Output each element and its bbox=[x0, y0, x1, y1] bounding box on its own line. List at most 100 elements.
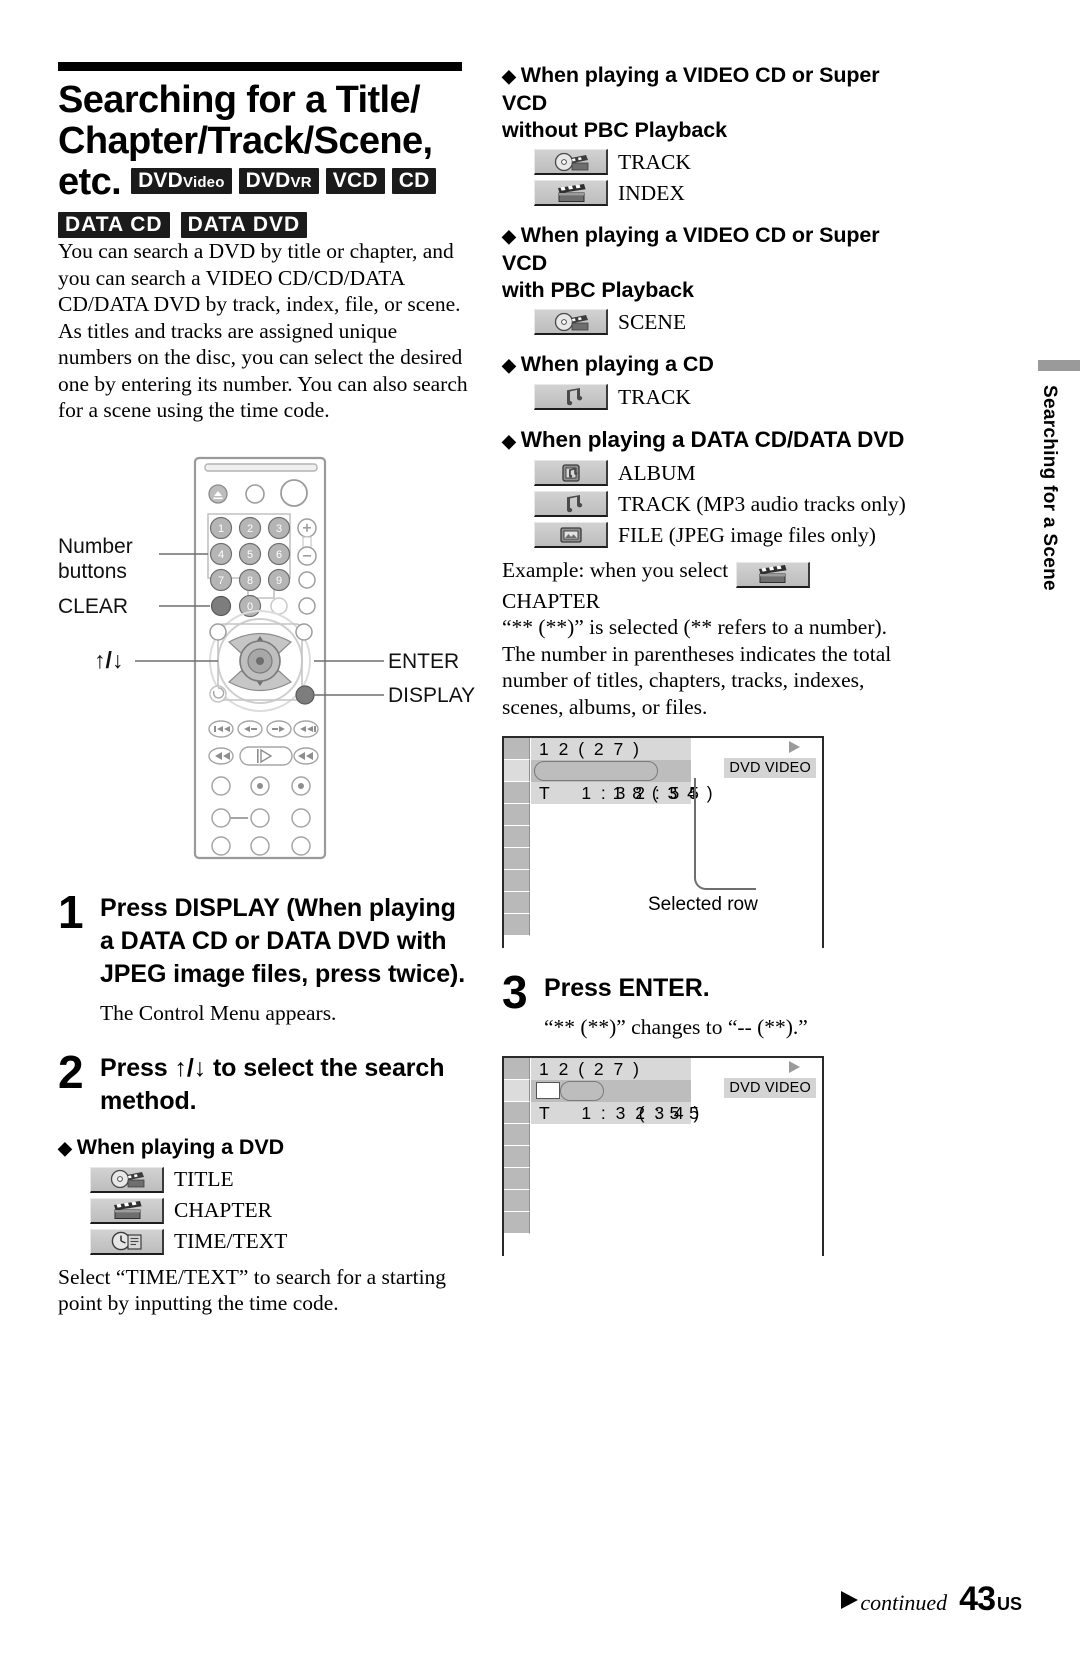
search-option-track-data-label: TRACK (MP3 audio tracks only) bbox=[618, 491, 906, 516]
chapter-clapper-icon bbox=[90, 1197, 164, 1224]
search-option-title[interactable]: TITLE bbox=[90, 1166, 470, 1193]
search-option-index[interactable]: INDEX bbox=[534, 180, 914, 206]
format-chip-data-cd: DATA CD bbox=[58, 212, 170, 238]
osd-strip-cell bbox=[504, 1058, 530, 1080]
number-buttons-line1: Number bbox=[58, 534, 133, 558]
diamond-bullet-icon: ◆ bbox=[502, 431, 516, 451]
diamond-bullet-icon: ◆ bbox=[502, 355, 516, 375]
page-title: Searching for a Title/ Chapter/Track/Sce… bbox=[58, 80, 470, 203]
osd-row-title: 1 2 ( 2 7 ) bbox=[531, 738, 691, 760]
osd-icon-strip bbox=[504, 1058, 530, 1234]
osd-strip-cell bbox=[504, 1146, 530, 1168]
step-3: 3 Press ENTER. “** (**)” changes to “-- … bbox=[502, 969, 914, 1040]
remote-label-enter: ENTER bbox=[388, 649, 460, 673]
osd-display-before-enter: 1 2 ( 2 7 ) 1 8 ( 3 4 ) T 1 : 3 2 : 5 5 … bbox=[502, 736, 824, 948]
osd-selection-pill bbox=[560, 1081, 604, 1101]
time-text-clock-icon bbox=[90, 1228, 164, 1255]
search-option-time-text[interactable]: TIME/TEXT bbox=[90, 1228, 470, 1255]
time-text-note: Select “TIME/TEXT” to search for a start… bbox=[58, 1264, 447, 1316]
search-option-album[interactable]: ALBUM bbox=[534, 460, 914, 486]
section-heading-vcd-without-pbc-line2: without PBC Playback bbox=[502, 118, 727, 142]
section-heading-data-label: When playing a DATA CD/DATA DVD bbox=[520, 427, 905, 452]
step-1-text: Press DISPLAY (When playing a DATA CD or… bbox=[100, 893, 466, 988]
osd-strip-cell bbox=[504, 738, 530, 760]
page-region: US bbox=[996, 1594, 1022, 1614]
chapter-clapper-icon-svg bbox=[759, 565, 787, 583]
continued-arrow-icon bbox=[841, 1590, 859, 1609]
search-option-index-label: INDEX bbox=[618, 180, 685, 205]
title-rule bbox=[58, 62, 462, 71]
search-option-track-vcd[interactable]: TRACK bbox=[534, 149, 914, 175]
osd-value-rows: 1 2 ( 2 7 ) 1 8 ( 3 4 ) T 1 : 3 2 : 5 5 bbox=[531, 738, 713, 804]
search-option-album-label: ALBUM bbox=[618, 460, 696, 485]
search-option-track-data[interactable]: TRACK (MP3 audio tracks only) bbox=[534, 491, 914, 517]
music-note-icon-svg bbox=[566, 387, 582, 405]
osd-strip-cell bbox=[504, 1212, 530, 1234]
osd-value-rows: 1 2 ( 2 7 ) ( 3 4 ) T 1 : 3 2 : 5 5 bbox=[531, 1058, 699, 1124]
format-chip-vcd: VCD bbox=[325, 168, 385, 194]
step-3-subtext: “** (**)” changes to “-- (**).” bbox=[544, 1015, 808, 1039]
page-title-line1: Searching for a Title/ bbox=[58, 79, 421, 121]
osd-strip-cell bbox=[504, 870, 530, 892]
svg-text:2: 2 bbox=[247, 523, 253, 535]
osd-icon-strip bbox=[504, 738, 530, 936]
svg-text:3: 3 bbox=[276, 523, 282, 535]
play-triangle-icon bbox=[789, 1061, 800, 1073]
svg-text:6: 6 bbox=[276, 549, 282, 561]
remote-label-clear: CLEAR bbox=[58, 594, 129, 618]
document-page: Searching for a Title/ Chapter/Track/Sce… bbox=[0, 0, 1080, 1677]
osd-row-chapter-value: ( 3 4 ) bbox=[638, 1103, 702, 1123]
osd-display-after-enter: 1 2 ( 2 7 ) ( 3 4 ) T 1 : 3 2 : 5 5 DVD … bbox=[502, 1056, 824, 1256]
time-text-clock-icon-svg bbox=[111, 1231, 142, 1251]
osd-strip-cell bbox=[504, 1102, 530, 1124]
section-heading-dvd: ◆ When playing a DVD bbox=[58, 1134, 470, 1162]
osd-row-title: 1 2 ( 2 7 ) bbox=[531, 1058, 691, 1080]
osd-disc-badge: DVD VIDEO bbox=[724, 1078, 816, 1098]
search-option-chapter[interactable]: CHAPTER bbox=[90, 1197, 470, 1224]
play-triangle-icon bbox=[789, 741, 800, 753]
section-heading-vcd-with-pbc-line1: When playing a VIDEO CD or Super VCD bbox=[502, 223, 880, 275]
page-title-etc: etc. bbox=[58, 161, 122, 203]
step-2: 2 Press ↑/↓ to select the search method. bbox=[58, 1049, 470, 1118]
section-heading-cd-label: When playing a CD bbox=[520, 352, 714, 376]
search-option-file[interactable]: FILE (JPEG image files only) bbox=[534, 522, 914, 548]
page-footer: continued 43 US bbox=[841, 1580, 1022, 1619]
example-lead: Example: when you select bbox=[502, 558, 729, 582]
osd-strip-cell-selected bbox=[504, 760, 530, 782]
search-option-scene-label: SCENE bbox=[618, 309, 687, 334]
title-disc-icon-svg bbox=[110, 1169, 144, 1189]
remote-label-up-down: ↑/↓ bbox=[94, 646, 124, 673]
step-1-subtext: The Control Menu appears. bbox=[100, 1000, 337, 1025]
format-chip-row-2: DATA CD DATA DVD bbox=[58, 212, 470, 238]
format-chip-data-dvd: DATA DVD bbox=[180, 212, 308, 238]
title-disc-icon bbox=[534, 149, 608, 175]
svg-text:8: 8 bbox=[247, 575, 253, 587]
osd-strip-cell bbox=[504, 1124, 530, 1146]
remote-control-diagram: 1 2 3 4 5 6 7 8 9 0 Number buttons CLEAR… bbox=[58, 446, 475, 866]
chapter-clapper-icon-svg bbox=[113, 1201, 142, 1219]
example-selected: CHAPTER bbox=[502, 588, 600, 613]
diamond-bullet-icon: ◆ bbox=[502, 226, 516, 246]
search-option-track-cd[interactable]: TRACK bbox=[534, 384, 914, 410]
step-2-text: Press ↑/↓ to select the search method. bbox=[100, 1053, 445, 1115]
diamond-bullet-icon: ◆ bbox=[502, 66, 516, 86]
search-option-file-label: FILE (JPEG image files only) bbox=[618, 522, 876, 547]
osd-strip-cell bbox=[504, 914, 530, 936]
osd-callout-label: Selected row bbox=[648, 894, 758, 915]
music-note-icon bbox=[534, 491, 608, 517]
osd-strip-cell bbox=[504, 848, 530, 870]
right-column: ◆ When playing a VIDEO CD or Super VCD wi… bbox=[502, 62, 914, 1256]
chapter-clapper-icon-svg bbox=[557, 183, 586, 202]
album-icon bbox=[534, 460, 608, 486]
remote-label-display: DISPLAY bbox=[388, 683, 476, 707]
osd-strip-cell bbox=[504, 1190, 530, 1212]
search-option-scene[interactable]: SCENE bbox=[534, 309, 914, 335]
chapter-clapper-icon bbox=[534, 180, 608, 206]
section-heading-dvd-label: When playing a DVD bbox=[76, 1134, 284, 1159]
osd-strip-cell bbox=[504, 826, 530, 848]
section-heading-cd: ◆ When playing a CD bbox=[502, 351, 914, 379]
svg-text:9: 9 bbox=[276, 575, 282, 587]
number-buttons-line2: buttons bbox=[58, 559, 127, 583]
osd-strip-cell bbox=[504, 892, 530, 914]
osd-row-chapter: 1 8 ( 3 4 ) bbox=[531, 760, 713, 803]
